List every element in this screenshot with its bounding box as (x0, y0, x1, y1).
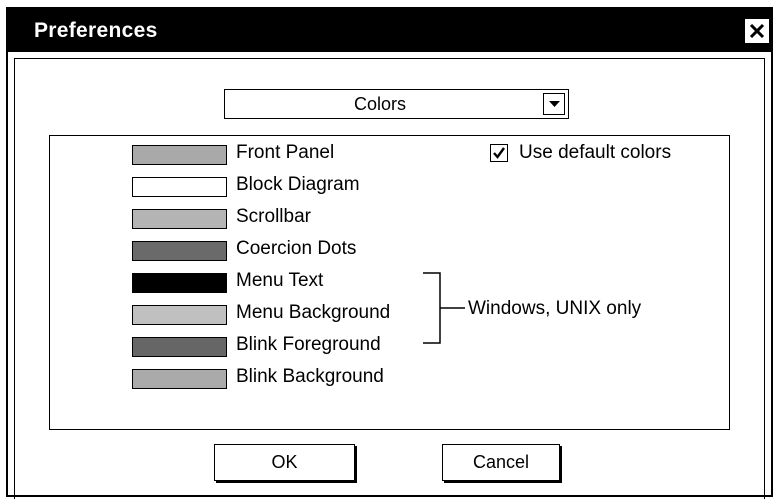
color-label: Scrollbar (236, 206, 311, 227)
color-swatch[interactable] (132, 241, 227, 261)
color-label: Blink Background (236, 366, 384, 387)
cancel-button[interactable]: Cancel (442, 444, 560, 481)
dropdown-arrow-button[interactable] (543, 93, 565, 115)
ok-button-label: OK (271, 452, 298, 472)
use-default-colors-checkbox[interactable] (490, 144, 508, 162)
color-swatch[interactable] (132, 177, 227, 197)
close-icon (749, 23, 765, 39)
close-button[interactable] (744, 18, 770, 44)
color-label: Menu Background (236, 302, 391, 323)
checkmark-icon (493, 147, 505, 159)
ok-button[interactable]: OK (214, 444, 355, 481)
use-default-colors-label: Use default colors (519, 142, 672, 163)
category-dropdown-value: Colors (353, 94, 406, 114)
category-dropdown[interactable]: Colors (224, 89, 569, 119)
platform-annotation: Windows, UNIX only (468, 298, 642, 319)
title-bar[interactable]: Preferences (8, 9, 771, 52)
colors-panel: Front Panel Block Diagram Scrollbar Coer… (49, 135, 730, 430)
dialog-body: Colors Front Panel Block Diagram Scrollb… (14, 58, 765, 499)
color-swatch[interactable] (132, 209, 227, 229)
color-label: Front Panel (236, 142, 335, 163)
color-swatch[interactable] (132, 145, 227, 165)
cancel-button-label: Cancel (472, 452, 530, 472)
dialog-title: Preferences (34, 19, 158, 42)
preferences-dialog: Preferences Colors Front Panel Block Dia (6, 7, 773, 499)
color-label: Coercion Dots (236, 238, 357, 259)
color-swatch[interactable] (132, 337, 227, 357)
color-swatch[interactable] (132, 273, 227, 293)
color-swatch[interactable] (132, 305, 227, 325)
color-label: Block Diagram (236, 174, 360, 195)
color-swatch[interactable] (132, 369, 227, 389)
color-label: Menu Text (236, 270, 324, 291)
color-label: Blink Foreground (236, 334, 381, 355)
chevron-down-icon (549, 101, 560, 107)
bracket-annotation-line (423, 272, 465, 344)
